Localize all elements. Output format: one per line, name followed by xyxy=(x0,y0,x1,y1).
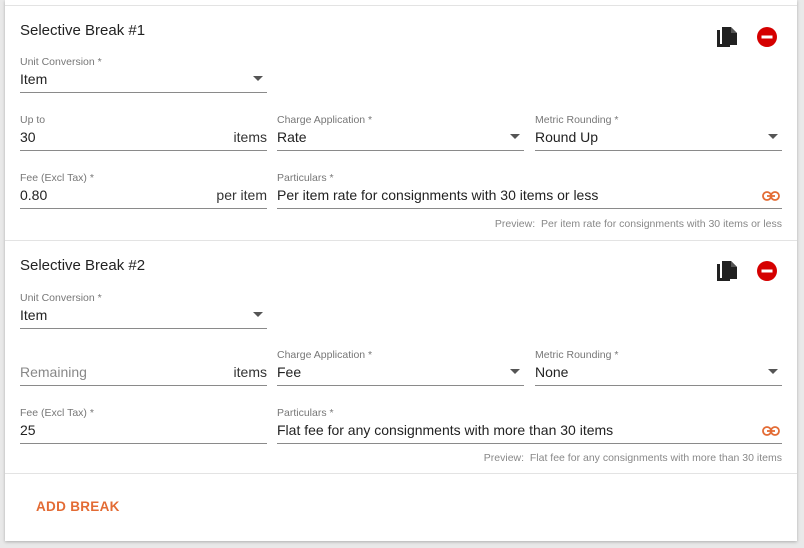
metric-rounding-select[interactable]: Metric Rounding * None xyxy=(535,349,782,386)
dropdown-caret-icon xyxy=(768,369,778,374)
preview-label: Preview: xyxy=(494,218,536,230)
section-divider xyxy=(5,473,797,474)
field-label: Up to xyxy=(20,114,46,126)
field-label: Charge Application * xyxy=(277,349,373,361)
field-suffix: items xyxy=(233,364,267,380)
fee-input[interactable]: Fee (Excl Tax) * 25 xyxy=(20,407,267,444)
dropdown-caret-icon xyxy=(510,369,520,374)
field-label: Charge Application * xyxy=(277,114,373,126)
link-icon[interactable] xyxy=(762,423,780,441)
preview-text: Per item rate for consignments with 30 i… xyxy=(540,218,782,230)
field-value: Per item rate for consignments with 30 i… xyxy=(277,187,599,203)
field-label: Metric Rounding * xyxy=(535,114,619,126)
dropdown-caret-icon xyxy=(253,312,263,317)
metric-rounding-select[interactable]: Metric Rounding * Round Up xyxy=(535,114,782,151)
copy-icon[interactable] xyxy=(716,26,738,55)
break-title: Selective Break #1 xyxy=(20,22,146,39)
preview-label: Preview: xyxy=(483,452,525,464)
field-value: 25 xyxy=(20,422,36,438)
field-value: Item xyxy=(20,307,48,323)
selective-breaks-card: Selective Break #1 Unit Conversion * Ite… xyxy=(5,0,797,541)
field-label: Unit Conversion * xyxy=(20,292,102,304)
remove-break-icon[interactable] xyxy=(756,26,778,53)
charge-application-select[interactable]: Charge Application * Rate xyxy=(277,114,524,151)
add-break-button[interactable]: ADD BREAK xyxy=(36,499,120,514)
charge-application-select[interactable]: Charge Application * Fee xyxy=(277,349,524,386)
field-label: Particulars * xyxy=(277,407,334,419)
field-value: 0.80 xyxy=(20,187,48,203)
dropdown-caret-icon xyxy=(253,76,263,81)
field-value: Round Up xyxy=(535,129,599,145)
remove-break-icon[interactable] xyxy=(756,260,778,287)
field-label: Fee (Excl Tax) * xyxy=(20,172,94,184)
fee-input[interactable]: Fee (Excl Tax) * 0.80 per item xyxy=(20,172,267,209)
copy-icon[interactable] xyxy=(716,260,738,289)
field-suffix: items xyxy=(233,129,267,145)
preview-text: Flat fee for any consignments with more … xyxy=(529,452,782,464)
particulars-preview: Preview: Per item rate for consignments … xyxy=(495,218,782,230)
dropdown-caret-icon xyxy=(510,134,520,139)
unit-conversion-select[interactable]: Unit Conversion * Item xyxy=(20,56,267,93)
field-value: Fee xyxy=(277,364,302,380)
field-label: Particulars * xyxy=(277,172,334,184)
particulars-input[interactable]: Particulars * Per item rate for consignm… xyxy=(277,172,782,209)
particulars-preview: Preview: Flat fee for any consignments w… xyxy=(484,452,782,464)
field-value: Item xyxy=(20,71,48,87)
dropdown-caret-icon xyxy=(768,134,778,139)
field-value: Rate xyxy=(277,129,307,145)
field-value: None xyxy=(535,364,569,380)
field-value: 30 xyxy=(20,129,36,145)
field-suffix: per item xyxy=(216,187,267,203)
particulars-input[interactable]: Particulars * Flat fee for any consignme… xyxy=(277,407,782,444)
break-title: Selective Break #2 xyxy=(20,257,146,274)
field-placeholder: Remaining xyxy=(20,364,87,380)
field-label: Metric Rounding * xyxy=(535,349,619,361)
unit-conversion-select[interactable]: Unit Conversion * Item xyxy=(20,292,267,329)
link-icon[interactable] xyxy=(762,188,780,206)
selective-break-2: Selective Break #2 Unit Conversion * Ite… xyxy=(5,241,797,473)
field-label: Unit Conversion * xyxy=(20,56,102,68)
field-value: Flat fee for any consignments with more … xyxy=(277,422,614,438)
range-input[interactable]: Remaining items xyxy=(20,349,267,386)
selective-break-1: Selective Break #1 Unit Conversion * Ite… xyxy=(5,6,797,240)
field-label: Fee (Excl Tax) * xyxy=(20,407,94,419)
range-input[interactable]: Up to 30 items xyxy=(20,114,267,151)
